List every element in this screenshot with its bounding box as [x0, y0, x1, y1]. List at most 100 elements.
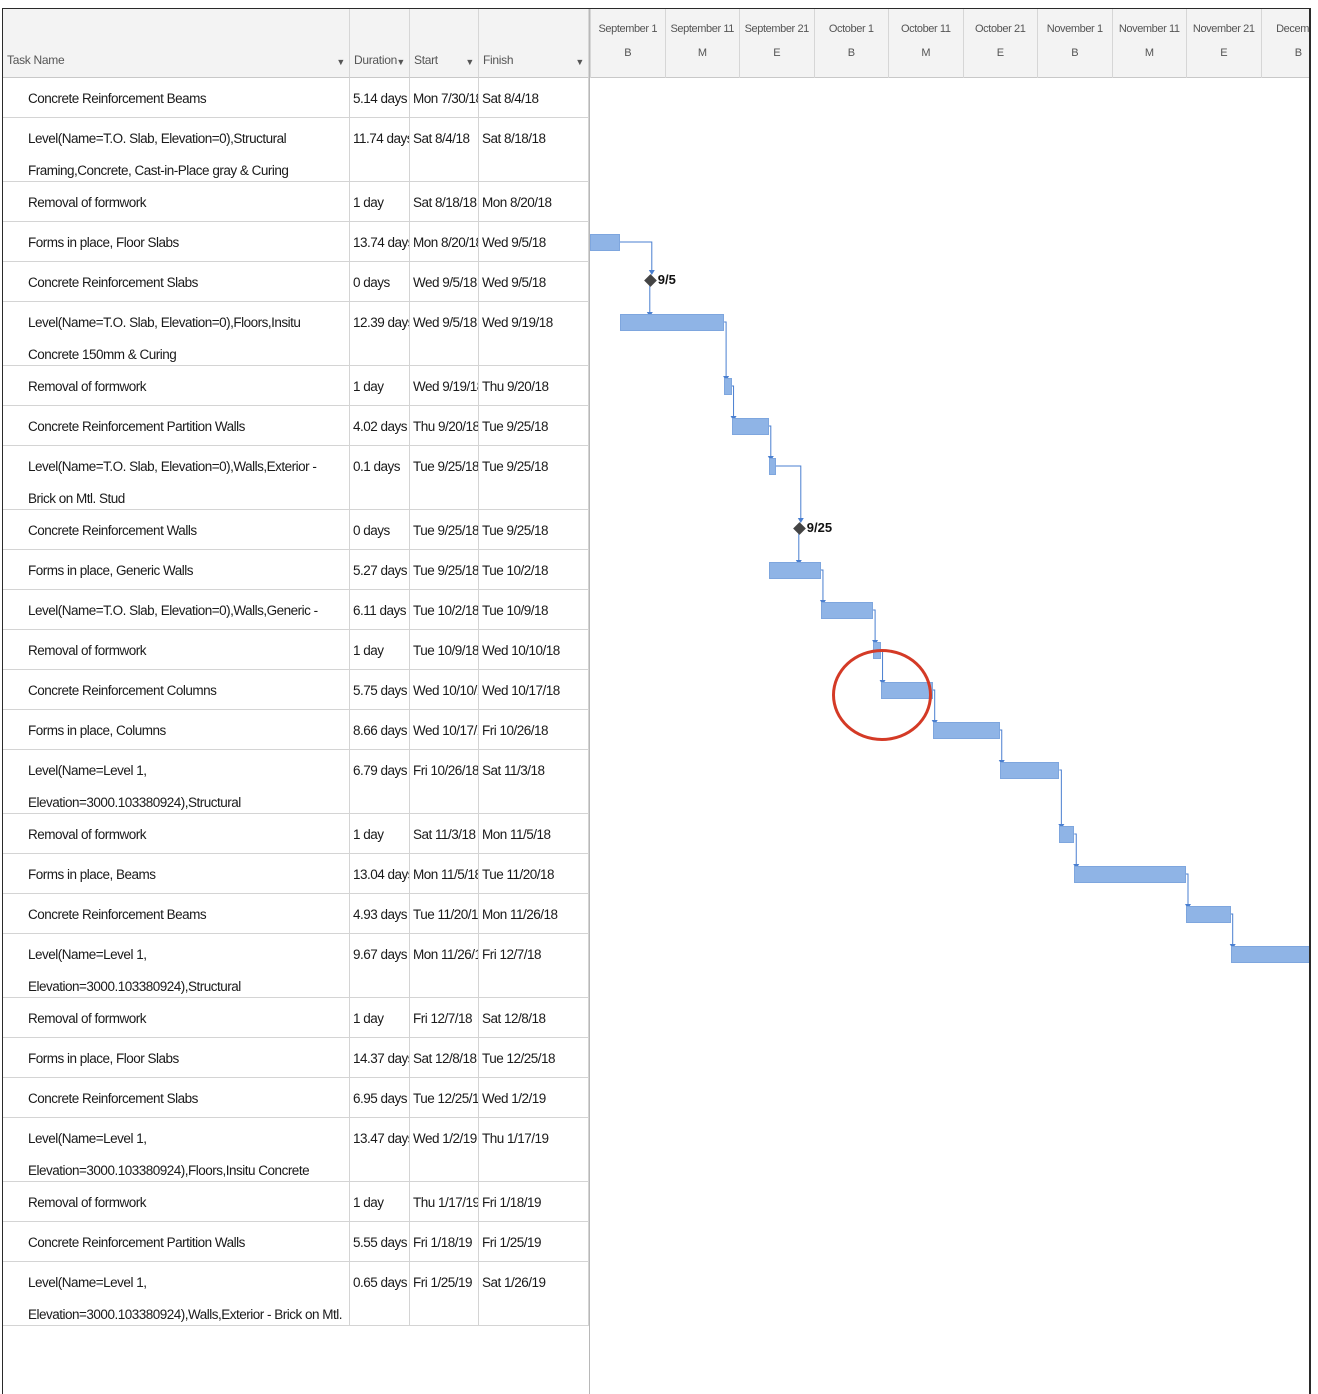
- finish-cell[interactable]: Thu 1/17/19: [479, 1118, 589, 1181]
- start-cell[interactable]: Tue 9/25/18: [410, 446, 479, 509]
- table-row[interactable]: Forms in place, Floor Slabs 13.74 days Mon…: [3, 222, 589, 262]
- start-cell[interactable]: Mon 7/30/18: [410, 78, 479, 117]
- table-row[interactable]: Forms in place, Beams 13.04 days Mon 11/5/…: [3, 854, 589, 894]
- task-name-cell[interactable]: Removal of formwork: [3, 998, 350, 1037]
- task-name-cell[interactable]: Level(Name=Level 1, Elevation=3000.10338…: [3, 1118, 350, 1181]
- duration-cell[interactable]: 1 day: [350, 1182, 410, 1221]
- finish-cell[interactable]: Fri 10/26/18: [479, 710, 589, 749]
- task-name-cell[interactable]: Removal of formwork: [3, 1182, 350, 1221]
- task-name-cell[interactable]: Forms in place, Generic Walls: [3, 550, 350, 589]
- finish-cell[interactable]: Tue 12/25/18: [479, 1038, 589, 1077]
- duration-cell[interactable]: 5.14 days: [350, 78, 410, 117]
- task-name-cell[interactable]: Concrete Reinforcement Slabs: [3, 1078, 350, 1117]
- gantt-bar[interactable]: [1074, 866, 1186, 883]
- gantt-bar[interactable]: [820, 602, 874, 619]
- finish-cell[interactable]: Fri 1/18/19: [479, 1182, 589, 1221]
- start-cell[interactable]: Tue 12/25/18: [410, 1078, 479, 1117]
- finish-cell[interactable]: Sat 8/18/18: [479, 118, 589, 181]
- start-cell[interactable]: Mon 8/20/18: [410, 222, 479, 261]
- duration-cell[interactable]: 1 day: [350, 366, 410, 405]
- start-cell[interactable]: Mon 11/26/18: [410, 934, 479, 997]
- gantt-bar[interactable]: [768, 458, 776, 475]
- chevron-down-icon[interactable]: ▼: [336, 57, 345, 67]
- duration-cell[interactable]: 0.65 days: [350, 1262, 410, 1325]
- col-header-start[interactable]: Start ▼: [410, 9, 479, 78]
- start-cell[interactable]: Wed 9/5/18: [410, 302, 479, 365]
- table-row[interactable]: Removal of formwork 1 day Thu 1/17/19 Fri 1…: [3, 1182, 589, 1222]
- duration-cell[interactable]: 5.27 days: [350, 550, 410, 589]
- task-name-cell[interactable]: Removal of formwork: [3, 366, 350, 405]
- table-row[interactable]: Concrete Reinforcement Beams 5.14 days Mon…: [3, 78, 589, 118]
- task-name-cell[interactable]: Level(Name=T.O. Slab, Elevation=0),Walls…: [3, 446, 350, 509]
- start-cell[interactable]: Wed 10/10/18: [410, 670, 479, 709]
- start-cell[interactable]: Thu 1/17/19: [410, 1182, 479, 1221]
- finish-cell[interactable]: Wed 9/5/18: [479, 262, 589, 301]
- duration-cell[interactable]: 8.66 days: [350, 710, 410, 749]
- finish-cell[interactable]: Wed 10/10/18: [479, 630, 589, 669]
- duration-cell[interactable]: 6.95 days: [350, 1078, 410, 1117]
- table-row[interactable]: Removal of formwork 1 day Sat 8/18/18 Mon 8…: [3, 182, 589, 222]
- table-row[interactable]: Concrete Reinforcement Partition Walls 5.…: [3, 1222, 589, 1262]
- table-row[interactable]: Removal of formwork 1 day Wed 9/19/18 Thu 9…: [3, 366, 589, 406]
- duration-cell[interactable]: 13.04 days: [350, 854, 410, 893]
- gantt-bar[interactable]: [619, 314, 725, 331]
- finish-cell[interactable]: Fri 1/25/19: [479, 1222, 589, 1261]
- finish-cell[interactable]: Wed 9/5/18: [479, 222, 589, 261]
- table-row[interactable]: Forms in place, Generic Walls 5.27 days Tu…: [3, 550, 589, 590]
- start-cell[interactable]: Wed 9/5/18: [410, 262, 479, 301]
- finish-cell[interactable]: Tue 9/25/18: [479, 510, 589, 549]
- table-row[interactable]: Forms in place, Floor Slabs 14.37 days Sat…: [3, 1038, 589, 1078]
- duration-cell[interactable]: 9.67 days: [350, 934, 410, 997]
- task-name-cell[interactable]: Forms in place, Beams: [3, 854, 350, 893]
- duration-cell[interactable]: 4.93 days: [350, 894, 410, 933]
- table-row[interactable]: Level(Name=T.O. Slab, Elevation=0),Walls…: [3, 590, 589, 630]
- duration-cell[interactable]: 5.75 days: [350, 670, 410, 709]
- duration-cell[interactable]: 6.79 days: [350, 750, 410, 813]
- table-row[interactable]: Removal of formwork 1 day Fri 12/7/18 Sat 1…: [3, 998, 589, 1038]
- task-name-cell[interactable]: Concrete Reinforcement Beams: [3, 894, 350, 933]
- start-cell[interactable]: Sat 8/4/18: [410, 118, 479, 181]
- finish-cell[interactable]: Tue 11/20/18: [479, 854, 589, 893]
- table-row[interactable]: Concrete Reinforcement Beams 4.93 days Tue…: [3, 894, 589, 934]
- task-name-cell[interactable]: Level(Name=T.O. Slab, Elevation=0),Struc…: [3, 118, 350, 181]
- finish-cell[interactable]: Thu 9/20/18: [479, 366, 589, 405]
- task-name-cell[interactable]: Concrete Reinforcement Beams: [3, 78, 350, 117]
- start-cell[interactable]: Tue 11/20/18: [410, 894, 479, 933]
- finish-cell[interactable]: Mon 11/5/18: [479, 814, 589, 853]
- duration-cell[interactable]: 6.11 days: [350, 590, 410, 629]
- task-name-cell[interactable]: Removal of formwork: [3, 814, 350, 853]
- task-name-cell[interactable]: Level(Name=Level 1, Elevation=3000.10338…: [3, 1262, 350, 1325]
- gantt-bar[interactable]: [590, 234, 620, 251]
- duration-cell[interactable]: 4.02 days: [350, 406, 410, 445]
- task-name-cell[interactable]: Concrete Reinforcement Partition Walls: [3, 1222, 350, 1261]
- table-row[interactable]: Level(Name=Level 1, Elevation=3000.10338…: [3, 1262, 589, 1326]
- duration-cell[interactable]: 1 day: [350, 814, 410, 853]
- table-row[interactable]: Concrete Reinforcement Slabs 0 days Wed 9/…: [3, 262, 589, 302]
- col-header-task-name[interactable]: Task Name ▼: [3, 9, 350, 78]
- duration-cell[interactable]: 5.55 days: [350, 1222, 410, 1261]
- task-name-cell[interactable]: Forms in place, Columns: [3, 710, 350, 749]
- gantt-bar[interactable]: [932, 722, 1000, 739]
- table-row[interactable]: Forms in place, Columns 8.66 days Wed 10/1…: [3, 710, 589, 750]
- finish-cell[interactable]: Sat 8/4/18: [479, 78, 589, 117]
- gantt-bar[interactable]: [724, 378, 732, 395]
- start-cell[interactable]: Tue 10/2/18: [410, 590, 479, 629]
- start-cell[interactable]: Mon 11/5/18: [410, 854, 479, 893]
- table-row[interactable]: Concrete Reinforcement Partition Walls 4.…: [3, 406, 589, 446]
- col-header-duration[interactable]: Duration ▼: [350, 9, 410, 78]
- gantt-bar[interactable]: [731, 418, 769, 435]
- chevron-down-icon[interactable]: ▼: [575, 57, 584, 67]
- start-cell[interactable]: Fri 1/18/19: [410, 1222, 479, 1261]
- table-row[interactable]: Level(Name=T.O. Slab, Elevation=0),Walls…: [3, 446, 589, 510]
- start-cell[interactable]: Tue 9/25/18: [410, 510, 479, 549]
- duration-cell[interactable]: 0.1 days: [350, 446, 410, 509]
- task-name-cell[interactable]: Removal of formwork: [3, 630, 350, 669]
- start-cell[interactable]: Fri 1/25/19: [410, 1262, 479, 1325]
- start-cell[interactable]: Wed 1/2/19: [410, 1118, 479, 1181]
- table-row[interactable]: Concrete Reinforcement Columns 5.75 days W…: [3, 670, 589, 710]
- duration-cell[interactable]: 0 days: [350, 262, 410, 301]
- duration-cell[interactable]: 1 day: [350, 630, 410, 669]
- gantt-bar[interactable]: [1059, 826, 1075, 843]
- gantt-bar[interactable]: [1186, 906, 1231, 923]
- task-name-cell[interactable]: Level(Name=Level 1, Elevation=3000.10338…: [3, 934, 350, 997]
